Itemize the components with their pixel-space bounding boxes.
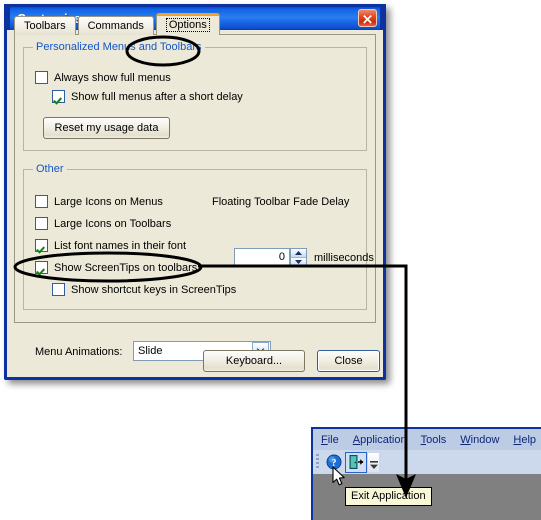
group-personalized-menus-label: Personalized Menus and Toolbars	[33, 41, 205, 53]
checkbox-large-icons-on-menus-box[interactable]	[35, 195, 48, 208]
application-menubar: File Application Tools Window Help	[313, 429, 541, 450]
fade-delay-input[interactable]: 0	[234, 248, 290, 267]
tab-toolbars-label: Toolbars	[24, 20, 66, 32]
spinner-up-button[interactable]	[291, 249, 306, 257]
exit-application-button[interactable]	[345, 451, 367, 473]
checkbox-show-screentips-on-toolbars-box[interactable]	[35, 261, 48, 274]
checkbox-show-full-menus-after-delay-box[interactable]	[52, 90, 65, 103]
menu-item-window[interactable]: Window	[460, 434, 499, 446]
checkbox-show-full-menus-after-delay[interactable]: Show full menus after a short delay	[52, 90, 243, 103]
checkbox-large-icons-on-toolbars-box[interactable]	[35, 217, 48, 230]
close-dialog-button[interactable]: Close	[317, 350, 380, 372]
mouse-pointer-icon	[332, 466, 345, 486]
close-button[interactable]	[358, 9, 377, 27]
checkbox-show-screentips-on-toolbars[interactable]: Show ScreenTips on toolbars	[35, 261, 197, 274]
spinner-down-button[interactable]	[291, 257, 306, 266]
toolbar-overflow-icon	[369, 460, 378, 469]
checkbox-list-font-names[interactable]: List font names in their font	[35, 239, 186, 252]
reset-usage-data-button-label: Reset my usage data	[54, 122, 159, 134]
checkbox-show-shortcut-keys-in-screentips-label: Show shortcut keys in ScreenTips	[71, 283, 237, 296]
screentip-tooltip: Exit Application	[345, 487, 432, 506]
menu-item-tools[interactable]: Tools	[421, 434, 447, 446]
menu-item-application[interactable]: Application	[353, 434, 407, 446]
fade-delay-label: Floating Toolbar Fade Delay	[212, 196, 350, 208]
checkbox-large-icons-on-menus-label: Large Icons on Menus	[54, 195, 163, 208]
checkbox-show-full-menus-after-delay-label: Show full menus after a short delay	[71, 90, 243, 103]
toolbar-grip-icon[interactable]	[316, 454, 319, 470]
tab-options[interactable]: Options	[155, 13, 220, 35]
tab-commands-label: Commands	[87, 20, 144, 32]
checkbox-large-icons-on-toolbars[interactable]: Large Icons on Toolbars	[35, 217, 171, 230]
tab-options-label: Options	[165, 17, 210, 32]
customize-dialog: Customize Toolbars Commands Options Pers…	[4, 4, 386, 380]
checkbox-list-font-names-label: List font names in their font	[54, 239, 187, 252]
tab-commands[interactable]: Commands	[77, 16, 154, 35]
spinner-up-icon	[295, 251, 302, 255]
options-tab-panel: Personalized Menus and Toolbars Always s…	[14, 34, 376, 361]
checkbox-always-show-full-menus-box[interactable]	[35, 71, 48, 84]
keyboard-button-label: Keyboard...	[225, 355, 283, 367]
menu-animations-label: Menu Animations:	[35, 346, 123, 358]
fade-delay-units-label: milliseconds	[314, 252, 374, 264]
dialog-tabstrip: Toolbars Commands Options	[14, 13, 222, 35]
toolbar-overflow-button[interactable]	[367, 451, 380, 473]
tab-toolbars[interactable]: Toolbars	[14, 16, 76, 35]
application-toolbar: ?	[313, 450, 541, 474]
keyboard-button[interactable]: Keyboard...	[203, 350, 305, 372]
checkbox-show-shortcut-keys-in-screentips[interactable]: Show shortcut keys in ScreenTips	[52, 283, 236, 296]
menu-item-file[interactable]: File	[321, 434, 339, 446]
checkbox-large-icons-on-toolbars-label: Large Icons on Toolbars	[54, 217, 172, 230]
fade-delay-spinner[interactable]	[290, 248, 307, 267]
spinner-down-icon	[295, 260, 302, 264]
close-dialog-button-label: Close	[334, 355, 363, 367]
checkbox-always-show-full-menus[interactable]: Always show full menus	[35, 71, 171, 84]
group-other-label: Other	[33, 163, 67, 175]
checkbox-large-icons-on-menus[interactable]: Large Icons on Menus	[35, 195, 163, 208]
checkbox-show-shortcut-keys-in-screentips-box[interactable]	[52, 283, 65, 296]
menu-item-help[interactable]: Help	[513, 434, 536, 446]
close-icon	[363, 14, 372, 24]
reset-usage-data-button[interactable]: Reset my usage data	[43, 117, 170, 139]
checkbox-show-screentips-on-toolbars-label: Show ScreenTips on toolbars	[54, 261, 198, 274]
exit-application-icon	[349, 455, 364, 469]
checkbox-list-font-names-box[interactable]	[35, 239, 48, 252]
checkbox-always-show-full-menus-label: Always show full menus	[54, 71, 171, 84]
